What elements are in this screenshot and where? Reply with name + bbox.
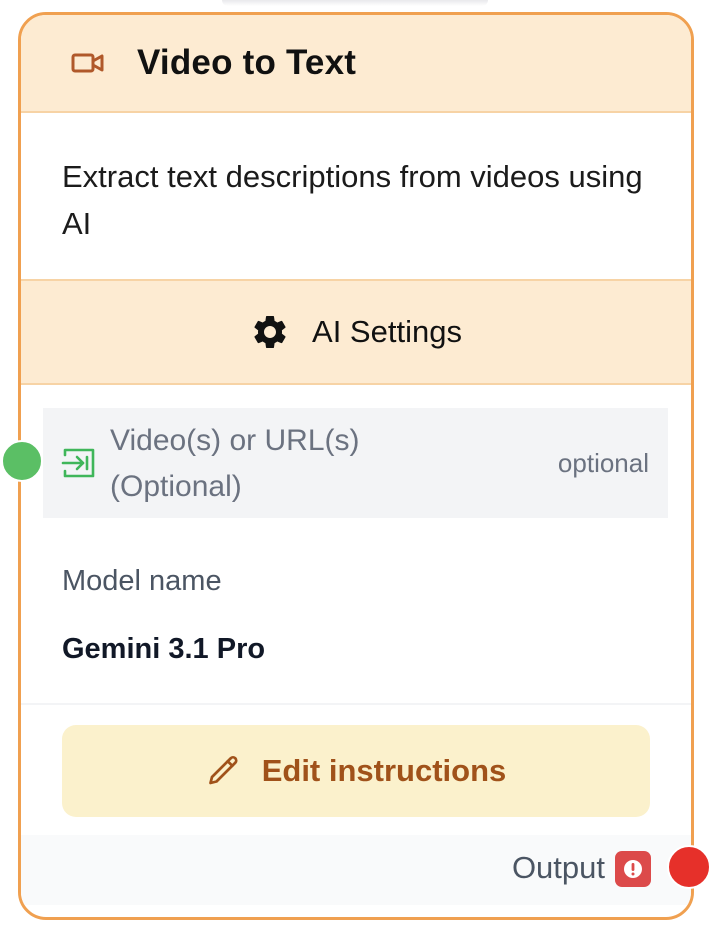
input-handle[interactable] (1, 440, 43, 482)
model-name-value[interactable]: Gemini 3.1 Pro (62, 633, 265, 666)
video-to-text-node[interactable]: Video to Text Extract text descriptions … (18, 12, 694, 920)
node-description: Extract text descriptions from videos us… (21, 113, 691, 281)
section-divider (21, 703, 691, 705)
output-handle[interactable] (667, 845, 711, 889)
input-arrow-icon (61, 446, 97, 480)
output-row: Output (21, 835, 691, 905)
optional-badge: optional (557, 448, 649, 478)
node-header[interactable]: Video to Text (21, 15, 691, 113)
edit-instructions-button[interactable]: Edit instructions (62, 725, 650, 817)
gear-icon (250, 312, 290, 352)
video-camera-icon (71, 51, 107, 75)
warning-icon[interactable] (615, 851, 651, 887)
video-input-label: Video(s) or URL(s) (Optional) (110, 424, 360, 503)
pencil-icon (206, 753, 242, 789)
output-label: Output (511, 850, 605, 885)
ai-settings-button[interactable]: AI Settings (21, 281, 691, 385)
edit-instructions-label: Edit instructions (261, 753, 507, 788)
video-input-field[interactable]: Video(s) or URL(s) (Optional) optional (43, 408, 668, 518)
ai-settings-label: AI Settings (312, 314, 462, 349)
node-title: Video to Text (137, 43, 357, 82)
top-edge-shadow (222, 0, 488, 6)
model-name-label: Model name (62, 565, 222, 597)
